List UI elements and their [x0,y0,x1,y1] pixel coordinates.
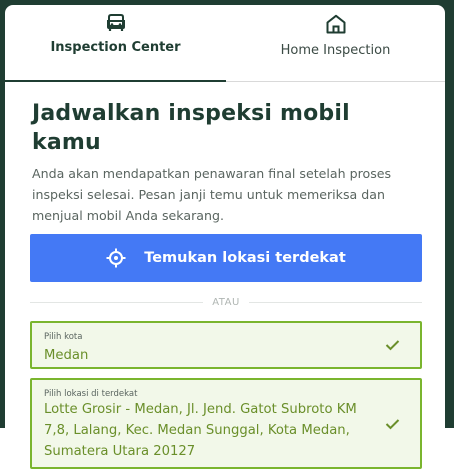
check-icon [385,340,400,351]
tab-inspection-center[interactable]: Inspection Center [5,5,226,82]
car-icon [105,14,127,32]
page-title: Jadwalkan inspeksi mobil kamu [32,101,350,155]
check-icon [385,418,400,429]
main-content: Jadwalkan inspeksi mobil kamu Anda akan … [5,82,445,469]
divider-line [248,302,422,303]
tab-home-inspection[interactable]: Home Inspection [226,5,445,81]
city-select-label: Pilih kota [44,332,83,342]
home-icon [325,14,347,34]
location-select[interactable]: Pilih lokasi di terdekat Lotte Grosir - … [30,378,422,469]
location-select-label: Pilih lokasi di terdekat [44,389,138,399]
divider-text: ATAU [212,297,240,308]
tab-label: Home Inspection [280,43,391,58]
city-select[interactable]: Pilih kota Medan [30,321,422,369]
crosshair-icon [106,248,126,268]
divider-line [30,302,204,303]
find-nearest-location-button[interactable]: Temukan lokasi terdekat [30,234,422,282]
inspection-card: Inspection Center Home Inspection Jadwal… [5,5,445,476]
city-select-value: Medan [44,348,89,363]
inspection-type-tabs: Inspection Center Home Inspection [5,5,445,82]
button-label: Temukan lokasi terdekat [144,250,346,266]
or-divider: ATAU [30,297,422,308]
tab-label: Inspection Center [50,40,181,55]
location-select-value: Lotte Grosir - Medan, Jl. Jend. Gatot Su… [44,402,357,459]
page-description: Anda akan mendapatkan penawaran final se… [32,166,392,223]
